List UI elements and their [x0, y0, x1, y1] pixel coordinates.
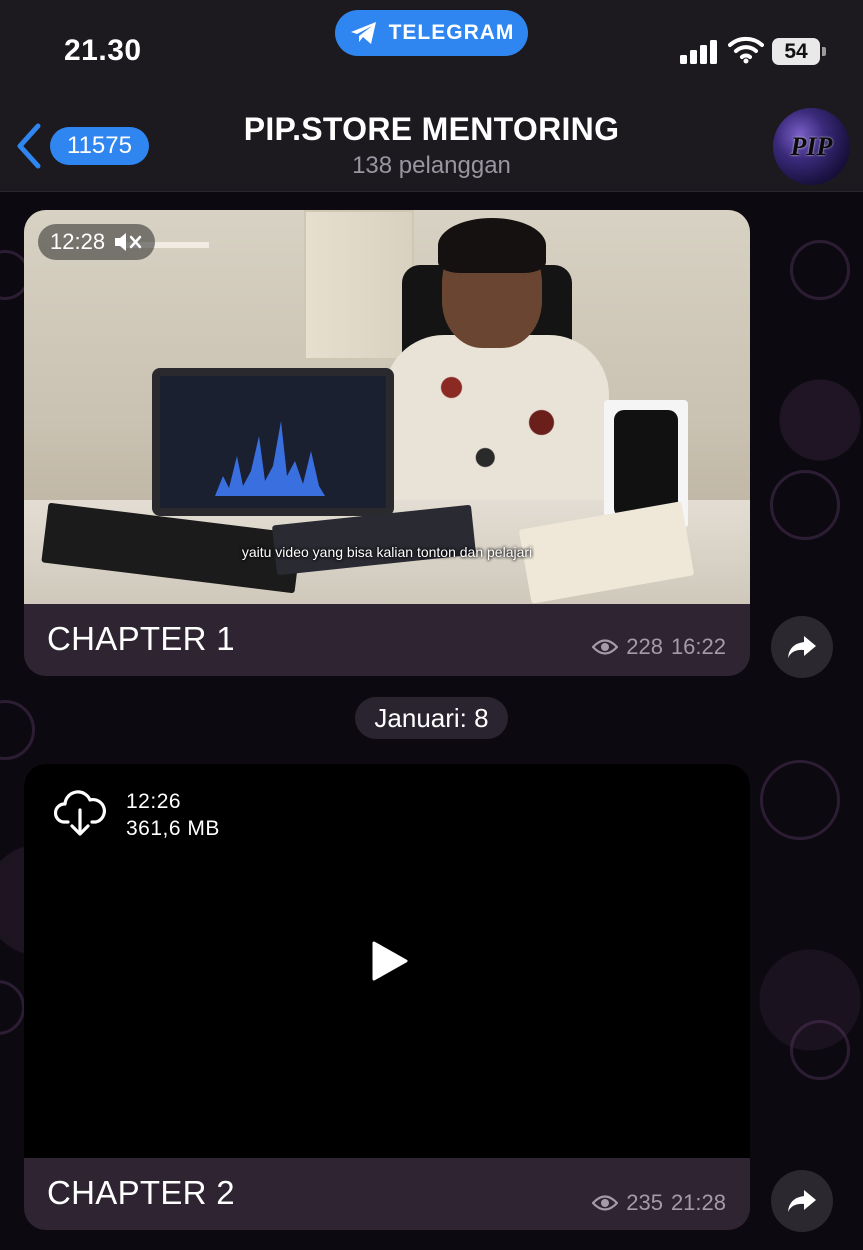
message-caption: CHAPTER 2 [47, 1174, 235, 1211]
chat-header: 21.30 TELEGRAM 54 11575 PIP.STORE MENTOR… [0, 0, 863, 192]
message-time: 16:22 [670, 634, 726, 659]
message-time: 21:28 [670, 1190, 726, 1215]
date-separator: Januari: 8 [355, 697, 508, 739]
chat-screen: 21.30 TELEGRAM 54 11575 PIP.STORE MENTOR… [0, 0, 863, 1250]
share-button[interactable] [771, 1170, 833, 1232]
channel-avatar[interactable]: PIP [773, 108, 850, 185]
background-doodle [790, 240, 850, 300]
channel-title[interactable]: PIP.STORE MENTORING [0, 111, 863, 148]
background-doodle [770, 470, 840, 540]
wifi-icon [728, 36, 764, 64]
telegram-pill-label: TELEGRAM [388, 21, 515, 44]
background-doodle [0, 700, 35, 760]
thumbnail-scene [438, 218, 546, 273]
video-subtitle: yaitu video yang bisa kalian tonton dan … [241, 544, 533, 560]
video-duration: 12:26 [126, 790, 182, 813]
share-arrow-icon [788, 1190, 816, 1212]
thumbnail-scene [384, 335, 609, 510]
signal-icon [680, 40, 717, 64]
view-count: 235 [626, 1190, 663, 1215]
share-arrow-icon [788, 636, 816, 658]
play-icon[interactable] [370, 940, 410, 982]
message-caption-row: CHAPTER 1 228 16:22 [24, 604, 750, 676]
message-meta: 235 21:28 [592, 1190, 726, 1216]
telegram-return-pill[interactable]: TELEGRAM [335, 10, 528, 56]
subscriber-count: 138 pelanggan [352, 152, 511, 179]
background-doodle [760, 760, 840, 840]
thumbnail-scene [215, 421, 325, 496]
cloud-download-icon[interactable] [54, 788, 106, 838]
view-count: 228 [626, 634, 663, 659]
background-doodle [790, 1020, 850, 1080]
share-button[interactable] [771, 616, 833, 678]
muted-speaker-icon [115, 233, 142, 251]
video-placeholder[interactable]: 12:26 361,6 MB [24, 764, 750, 1158]
video-duration: 12:28 [50, 229, 106, 254]
thumbnail-scene [152, 368, 394, 516]
telegram-icon [350, 22, 376, 44]
video-duration-pill[interactable]: 12:28 [38, 224, 156, 260]
message-meta: 228 16:22 [592, 634, 726, 660]
file-size: 361,6 MB [126, 817, 220, 840]
background-doodle [0, 980, 25, 1035]
video-message[interactable]: 12:26 361,6 MB CHAPTER 2 235 21:28 [24, 764, 750, 1230]
video-message[interactable]: yaitu video yang bisa kalian tonton dan … [24, 210, 750, 676]
status-time: 21.30 [64, 34, 142, 67]
message-caption: CHAPTER 1 [47, 620, 235, 657]
thumbnail-scene [304, 210, 414, 360]
eye-icon [592, 639, 619, 655]
download-info[interactable]: 12:26 361,6 MB [54, 788, 220, 842]
battery-indicator: 54 [772, 38, 826, 65]
eye-icon [592, 1195, 619, 1211]
avatar-logo-text: PIP [790, 131, 833, 161]
message-caption-row: CHAPTER 2 235 21:28 [24, 1158, 750, 1230]
video-thumbnail[interactable]: yaitu video yang bisa kalian tonton dan … [24, 210, 750, 604]
